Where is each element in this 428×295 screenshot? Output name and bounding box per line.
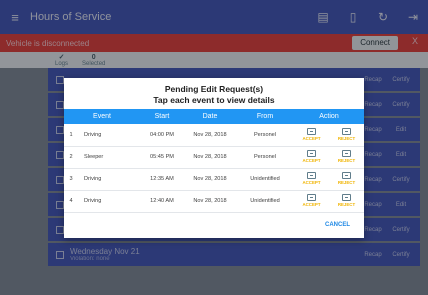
accept-label: ACCEPT [302,180,321,185]
table-row[interactable]: 4 Driving 12:40 AM Nov 28, 2018 Unidenti… [64,190,364,212]
reject-button[interactable]: REJECT [338,194,355,207]
reject-icon [341,194,351,201]
accept-button[interactable]: ACCEPT [302,127,321,141]
row-date: Nov 28, 2018 [193,198,227,204]
accept-button[interactable]: ACCEPT [302,172,321,185]
accept-icon [307,194,316,201]
row-from: Unidentified [250,176,280,182]
reject-label: REJECT [337,180,356,185]
column-header-action: Action [319,113,339,120]
accept-label: ACCEPT [302,158,321,163]
table-row[interactable]: 1 Driving 04:00 PM Nov 28, 2018 Personel… [64,124,364,146]
dialog-subtitle: Tap each event to view details [153,95,275,105]
reject-icon [341,150,351,157]
row-from: Personel [253,154,277,160]
row-event: Driving [84,198,102,204]
reject-label: REJECT [337,135,356,141]
table-header-row: Event Start Date From Action [64,109,364,124]
row-event: Driving [84,176,102,182]
row-date: Nov 28, 2018 [193,176,227,182]
accept-button[interactable]: ACCEPT [302,194,321,207]
table-row[interactable]: 2 Sleeper 05:45 PM Nov 28, 2018 Personel… [64,146,364,168]
column-header-event: Event [93,113,111,120]
row-from: Personel [253,131,277,138]
dialog-title: Pending Edit Request(s) [164,84,264,94]
column-header-from: From [256,113,274,120]
cancel-button[interactable]: CANCEL [325,222,350,228]
row-start: 05:45 PM [150,154,174,160]
row-event: Driving [84,131,102,138]
reject-label: REJECT [337,202,356,207]
accept-label: ACCEPT [302,135,321,141]
accept-icon [307,150,316,157]
reject-button[interactable]: REJECT [338,150,355,163]
dialog-footer: CANCEL [325,213,350,231]
column-header-date: Date [202,113,218,120]
row-start: 12:40 AM [150,198,174,204]
accept-icon [307,127,316,135]
column-header-start: Start [154,113,170,120]
accept-label: ACCEPT [302,202,321,207]
reject-icon [341,127,351,135]
row-event: Sleeper [84,154,104,160]
row-index: 2 [69,154,73,160]
row-date: Nov 28, 2018 [193,131,227,138]
accept-icon [307,172,316,179]
row-from: Unidentified [250,198,280,204]
row-index: 3 [69,176,73,182]
dialog-header: Pending Edit Request(s) Tap each event t… [64,78,364,109]
reject-label: REJECT [337,158,356,163]
pending-edit-requests-dialog: Pending Edit Request(s) Tap each event t… [64,78,364,238]
reject-button[interactable]: REJECT [337,127,356,141]
table-row[interactable]: 3 Driving 12:35 AM Nov 28, 2018 Unidenti… [64,168,364,190]
row-index: 1 [69,131,73,138]
reject-icon [341,172,351,179]
edit-requests-table: Event Start Date From Action 1 Driving 0… [64,109,364,213]
row-start: 04:00 PM [150,131,174,138]
row-start: 12:35 AM [150,176,174,182]
row-date: Nov 28, 2018 [193,154,227,160]
row-index: 4 [69,198,73,204]
accept-button[interactable]: ACCEPT [302,150,321,163]
reject-button[interactable]: REJECT [338,172,355,185]
